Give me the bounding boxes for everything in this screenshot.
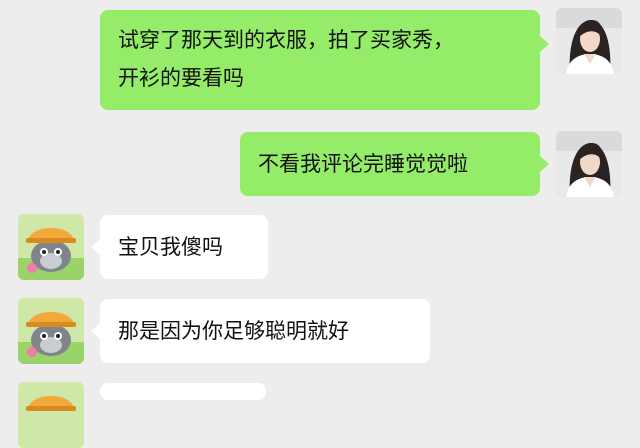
- chat-bubble[interactable]: 试穿了那天到的衣服，拍了买家秀， 开衫的要看吗: [100, 10, 540, 110]
- message-text: 那是因为你足够聪明就好: [118, 319, 349, 343]
- message-text: 不看我评论完睡觉觉啦: [258, 152, 468, 176]
- grey-wolf-avatar[interactable]: [18, 214, 84, 280]
- chat-bubble[interactable]: 不看我评论完睡觉觉啦: [240, 132, 540, 196]
- message-text-line: 试穿了那天到的衣服，拍了买家秀，: [118, 28, 454, 52]
- chat-bubble[interactable]: 宝贝我傻吗: [100, 215, 268, 279]
- message-text: 宝贝我傻吗: [118, 235, 223, 259]
- grey-wolf-avatar[interactable]: [18, 382, 84, 448]
- chat-bubble[interactable]: [100, 383, 266, 400]
- girl-avatar[interactable]: [556, 131, 622, 197]
- chat-window: 试穿了那天到的衣服，拍了买家秀， 开衫的要看吗 不看我评论完睡觉觉啦 宝贝我傻吗…: [0, 0, 640, 448]
- bubble-tail: [91, 323, 100, 339]
- chat-bubble[interactable]: 那是因为你足够聪明就好: [100, 299, 430, 363]
- grey-wolf-avatar[interactable]: [18, 298, 84, 364]
- bubble-tail: [540, 36, 549, 52]
- girl-avatar[interactable]: [556, 8, 622, 74]
- bubble-tail: [540, 156, 549, 172]
- bubble-tail: [91, 239, 100, 255]
- message-text-line: 开衫的要看吗: [118, 66, 244, 90]
